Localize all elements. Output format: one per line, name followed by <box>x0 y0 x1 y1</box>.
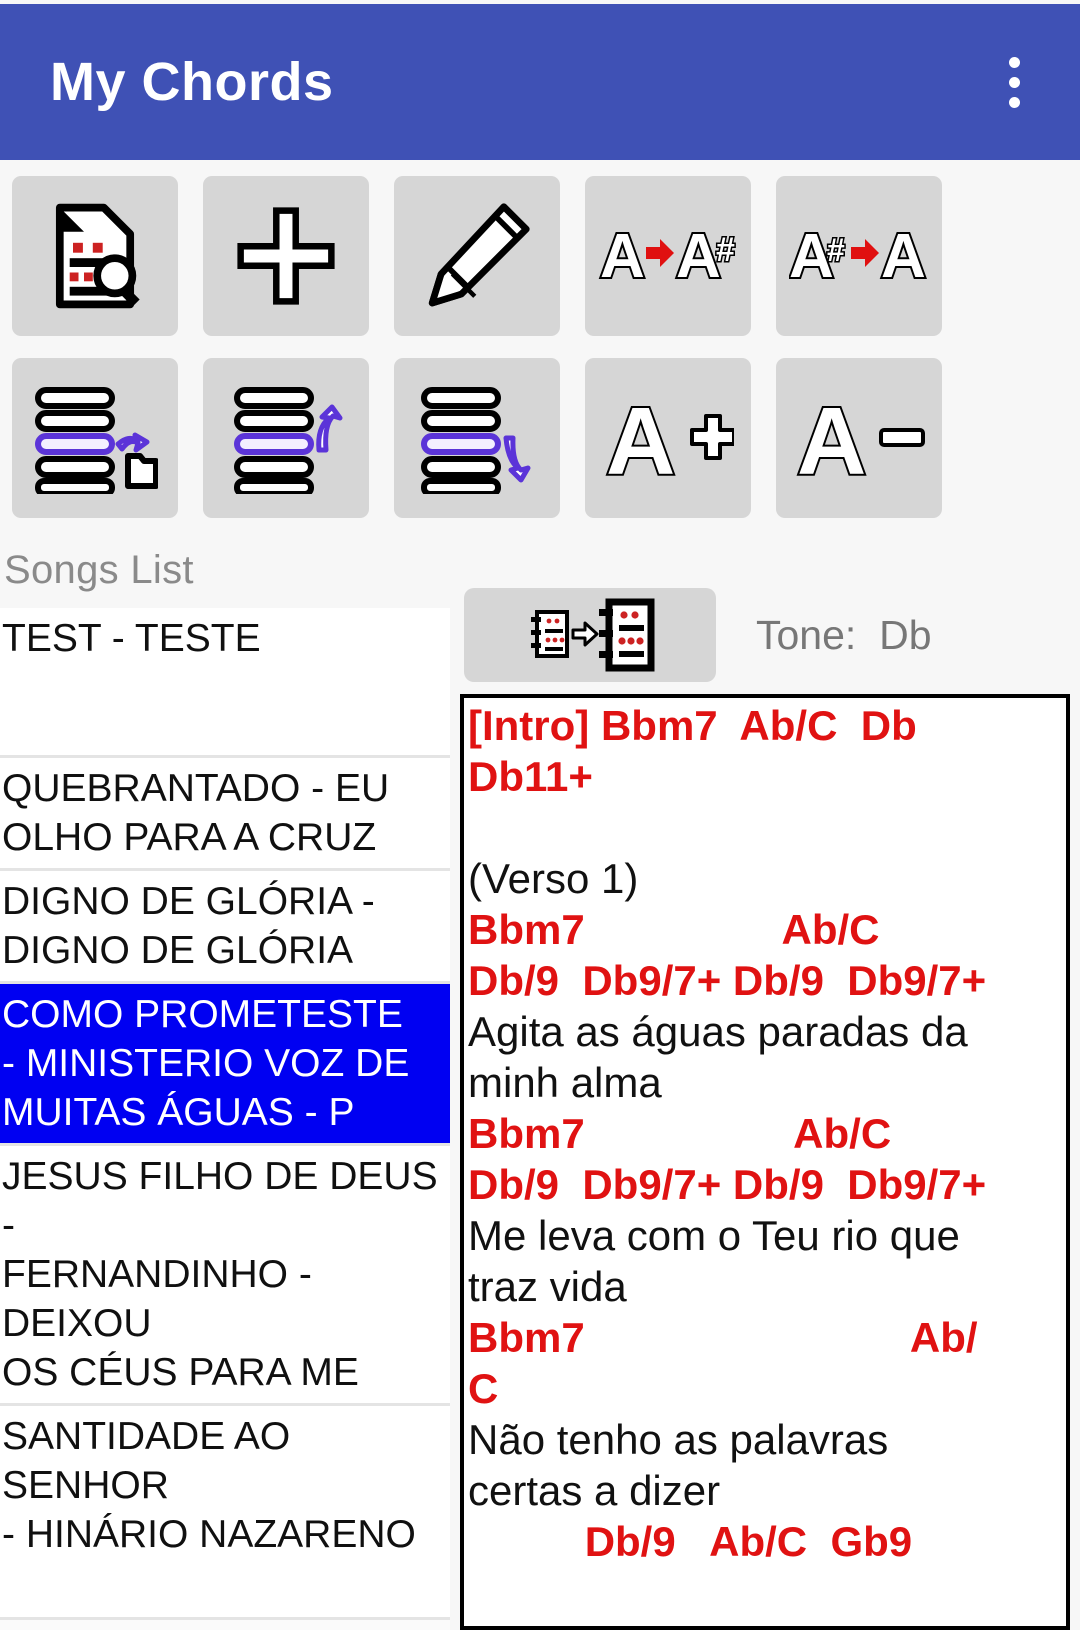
move-song-up-button[interactable] <box>203 358 369 518</box>
chord-line: Db11+ <box>468 753 593 800</box>
move-song-down-button[interactable] <box>394 358 560 518</box>
overflow-dot <box>1008 76 1020 88</box>
toolbar: A A # A # A A A <box>0 160 1080 546</box>
songs-list-header: Songs List <box>4 548 194 592</box>
chord-line: C <box>468 1365 499 1412</box>
lyric-line: Não tenho as palavras <box>468 1416 889 1463</box>
chord-line: [Intro] Bbm7 Ab/C Db <box>468 702 917 749</box>
a-to-asharp-icon: A A # <box>598 221 737 291</box>
svg-text:A: A <box>676 222 721 291</box>
app-root: My Chords A A # A # A A A Songs List TES… <box>0 0 1080 1630</box>
lyric-line: traz vida <box>468 1263 627 1310</box>
song-title: DIGNO DE GLÓRIA - DIGNO DE GLÓRIA <box>2 880 375 972</box>
edit-song-button[interactable] <box>394 176 560 336</box>
list-item[interactable]: QUEBRANTADO - EU OLHO PARA A CRUZ <box>0 758 450 871</box>
songs-list-filler <box>0 1620 450 1630</box>
chord-sheet-convert-icon <box>531 598 655 672</box>
transpose-up-button[interactable]: A A # <box>585 176 751 336</box>
plus-icon <box>237 207 335 305</box>
list-item[interactable]: JESUS FILHO DE DEUS - FERNANDINHO - DEIX… <box>0 1146 450 1406</box>
svg-text:A: A <box>881 222 926 291</box>
chord-line: Db/9 Ab/C Gb9 <box>468 1518 913 1565</box>
document-search-icon <box>55 203 140 309</box>
lyric-line: certas a dizer <box>468 1467 721 1514</box>
chord-line: Bbm7 Ab/ <box>468 1314 978 1361</box>
list-move-down-icon <box>421 387 531 494</box>
svg-text:A: A <box>797 388 866 488</box>
overflow-dot <box>1008 56 1020 68</box>
a-minus-icon: A <box>795 388 925 488</box>
transpose-down-button[interactable]: A # A <box>776 176 942 336</box>
chord-line: Db/9 Db9/7+ Db/9 Db9/7+ <box>468 957 987 1004</box>
list-item[interactable]: TEST - TESTE <box>0 608 450 758</box>
svg-text:#: # <box>716 231 735 269</box>
chord-line: Bbm7 Ab/C <box>468 1110 892 1157</box>
overflow-menu-icon[interactable] <box>982 42 1046 122</box>
overflow-dot <box>1008 96 1020 108</box>
asharp-to-a-icon: A # A <box>789 221 928 291</box>
list-move-up-icon <box>234 387 343 494</box>
toolbar-row-1: A A # A # A <box>0 176 1080 336</box>
a-plus-icon: A <box>604 388 734 488</box>
song-title: JESUS FILHO DE DEUS - FERNANDINHO - DEIX… <box>2 1155 438 1394</box>
font-decrease-button[interactable]: A <box>776 358 942 518</box>
list-move-folder-icon <box>35 387 158 494</box>
song-title: QUEBRANTADO - EU OLHO PARA A CRUZ <box>2 767 390 859</box>
tone-label: Tone: Db <box>756 611 932 658</box>
add-song-button[interactable] <box>203 176 369 336</box>
songs-list[interactable]: TEST - TESTE QUEBRANTADO - EU OLHO PARA … <box>0 608 450 1630</box>
song-title: COMO PROMETESTE - MINISTERIO VOZ DE MUIT… <box>2 993 410 1134</box>
toolbar-row-2: A A <box>0 358 1080 518</box>
pencil-icon <box>428 203 530 307</box>
svg-text:#: # <box>827 232 845 268</box>
lyric-line: Agita as águas paradas da <box>468 1008 968 1055</box>
list-item-selected[interactable]: COMO PROMETESTE - MINISTERIO VOZ DE MUIT… <box>0 984 450 1146</box>
chord-line: Db/9 Db9/7+ Db/9 Db9/7+ <box>468 1161 987 1208</box>
chord-viewer-panel: Tone: Db [Intro] Bbm7 Ab/C Db Db11+ (Ver… <box>450 560 1080 1630</box>
lyric-line: minh alma <box>468 1059 662 1106</box>
list-item[interactable]: SANTIDADE AO SENHOR - HINÁRIO NAZARENO <box>0 1406 450 1620</box>
song-title: SANTIDADE AO SENHOR - HINÁRIO NAZARENO <box>2 1415 416 1556</box>
font-increase-button[interactable]: A <box>585 358 751 518</box>
section-label: (Verso 1) <box>468 855 639 902</box>
tone-row: Tone: Db <box>450 560 1080 686</box>
convert-chord-sheet-button[interactable] <box>464 588 716 682</box>
search-song-button[interactable] <box>12 176 178 336</box>
move-song-to-folder-button[interactable] <box>12 358 178 518</box>
page-title: My Chords <box>50 52 334 112</box>
svg-text:A: A <box>600 222 645 291</box>
chord-line: Bbm7 Ab/C <box>468 906 880 953</box>
song-title: TEST - TESTE <box>2 617 261 660</box>
svg-text:A: A <box>606 388 675 488</box>
chord-sheet[interactable]: [Intro] Bbm7 Ab/C Db Db11+ (Verso 1) Bbm… <box>460 694 1070 1630</box>
lyric-line: Me leva com o Teu rio que <box>468 1212 960 1259</box>
app-bar: My Chords <box>0 4 1080 160</box>
list-item[interactable]: DIGNO DE GLÓRIA - DIGNO DE GLÓRIA <box>0 871 450 984</box>
